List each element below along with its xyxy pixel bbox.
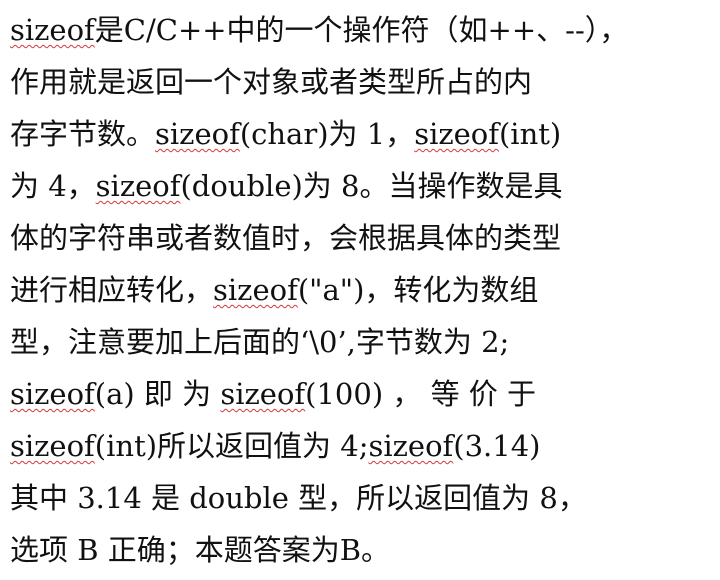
- spellcheck-word: sizeof: [10, 13, 95, 47]
- document-page: sizeof是C/C++中的一个操作符（如++、--）， 作用就是返回一个对象或…: [0, 0, 720, 580]
- text-line: 选项 B 正确；本题答案为B。: [10, 533, 391, 567]
- text-line: 其中 3.14 是 double 型，所以返回值为 8，: [10, 481, 587, 515]
- spellcheck-word: sizeof: [155, 117, 240, 151]
- text-line: 体的字符串或者数值时，会根据具体的类型: [10, 221, 562, 255]
- text-line: sizeof(int)所以返回值为 4;sizeof(3.14): [10, 429, 541, 463]
- spellcheck-word: sizeof: [213, 273, 298, 307]
- text-line: 为 4，sizeof(double)为 8。当操作数是具: [10, 169, 563, 203]
- spellcheck-word: sizeof: [95, 169, 181, 203]
- spellcheck-word: sizeof: [414, 117, 499, 151]
- spellcheck-word: sizeof: [220, 377, 306, 411]
- text-line: sizeof是C/C++中的一个操作符（如++、--），: [10, 13, 629, 47]
- text-line: 进行相应转化，sizeof("a")，转化为数组: [10, 273, 539, 307]
- text-line: 型，注意要加上后面的‘\0’,字节数为 2;: [10, 325, 510, 359]
- spellcheck-word: sizeof: [368, 429, 454, 463]
- text-line: 作用就是返回一个对象或者类型所占的内: [10, 65, 533, 99]
- text-line: sizeof(a) 即 为 sizeof(100) ， 等 价 于: [10, 377, 537, 411]
- spellcheck-word: sizeof: [10, 377, 95, 411]
- text-line: 存字节数。sizeof(char)为 1，sizeof(int): [10, 117, 562, 151]
- spellcheck-word: sizeof: [10, 429, 95, 463]
